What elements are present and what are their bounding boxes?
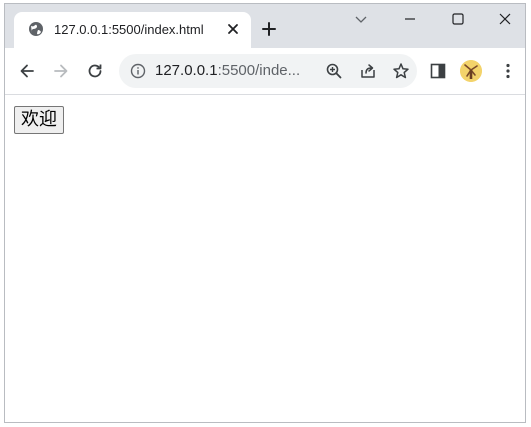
windmill-icon: [460, 60, 482, 82]
close-window-icon[interactable]: [498, 12, 512, 26]
chevron-down-icon[interactable]: [354, 12, 368, 26]
url-host: 127.0.0.1: [155, 62, 218, 79]
minimize-icon[interactable]: [403, 12, 417, 26]
tab-strip: 127.0.0.1:5500/index.html: [5, 4, 525, 48]
info-icon[interactable]: [130, 63, 146, 79]
address-bar[interactable]: 127.0.0.1:5500/inde...: [119, 54, 417, 88]
forward-arrow-icon[interactable]: [52, 62, 70, 80]
zoom-icon[interactable]: [325, 62, 343, 80]
plus-icon[interactable]: [261, 21, 277, 37]
avatar[interactable]: [460, 60, 482, 82]
maximize-icon[interactable]: [451, 12, 465, 26]
globe-icon: [29, 22, 43, 36]
kebab-menu-icon[interactable]: [499, 62, 517, 80]
page-content: 欢迎: [5, 95, 525, 422]
tab-title: 127.0.0.1:5500/index.html: [54, 22, 204, 37]
toolbar: 127.0.0.1:5500/inde...: [5, 48, 525, 95]
back-arrow-icon[interactable]: [18, 62, 36, 80]
close-icon[interactable]: [226, 22, 240, 36]
url-text[interactable]: 127.0.0.1:5500/inde...: [155, 62, 300, 79]
browser-window: 127.0.0.1:5500/index.html 127.0.0.1:5500…: [4, 3, 526, 423]
share-icon[interactable]: [359, 62, 377, 80]
welcome-button[interactable]: 欢迎: [14, 106, 64, 134]
side-panel-icon[interactable]: [429, 62, 447, 80]
tab-active[interactable]: 127.0.0.1:5500/index.html: [14, 12, 251, 48]
url-path: :5500/inde...: [217, 62, 301, 79]
star-icon[interactable]: [392, 62, 410, 80]
reload-icon[interactable]: [86, 62, 104, 80]
